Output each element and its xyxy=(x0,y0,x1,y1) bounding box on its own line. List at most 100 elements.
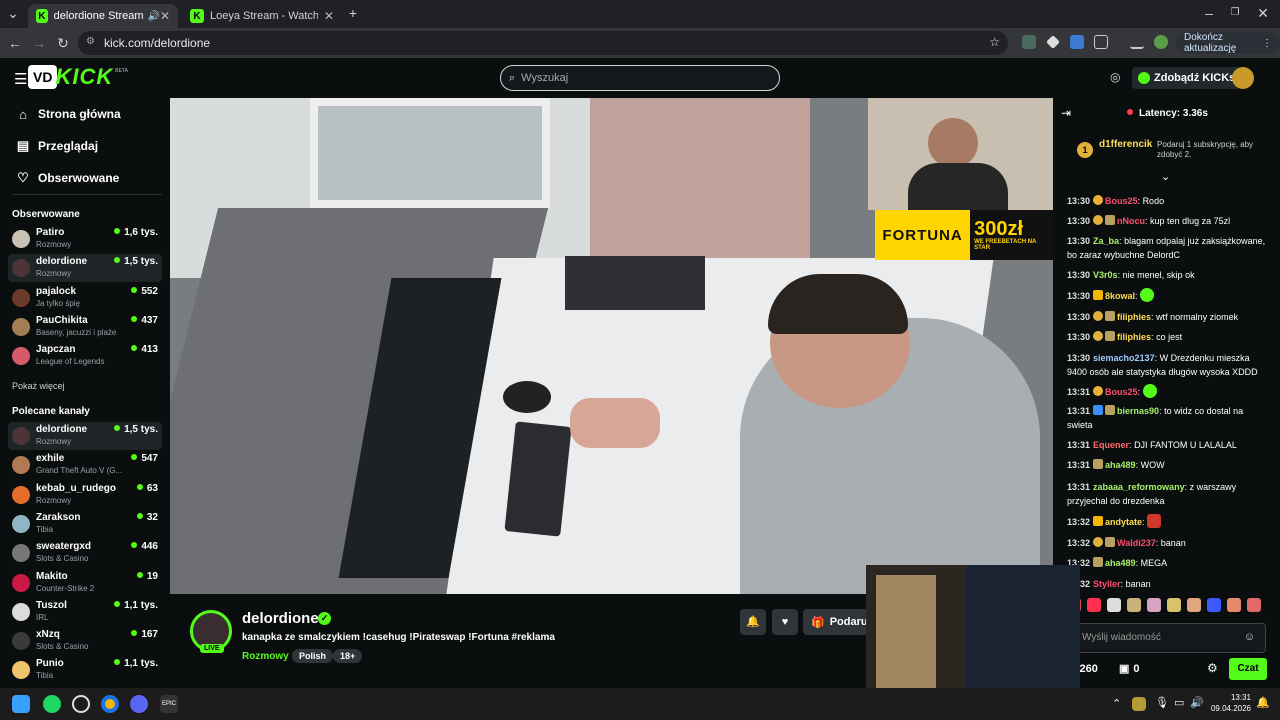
chat-message: 13:30 siemacho2137: W Drezdenku mieszka 9… xyxy=(1067,353,1258,377)
notification-bell-icon[interactable]: 🔔 xyxy=(740,609,766,635)
stream-category-link[interactable]: Rozmowy xyxy=(242,651,289,662)
extension-icon[interactable] xyxy=(1022,35,1036,49)
channel-category: Slots & Casino xyxy=(36,554,89,564)
system-clock[interactable]: 13:31 09.04.2026 xyxy=(1205,692,1251,714)
emoji-picker-icon[interactable]: ☺ xyxy=(1244,631,1255,643)
sidebar-channel[interactable]: kebab_u_rudego Rozmowy 63 xyxy=(8,481,162,509)
emote-icon[interactable] xyxy=(1127,598,1141,612)
emote-icon[interactable] xyxy=(1167,598,1181,612)
sidebar-channel[interactable]: sweatergxd Slots & Casino 446 xyxy=(8,539,162,567)
tag-language[interactable]: Polish xyxy=(292,649,334,663)
sidebar-channel[interactable]: xNzq Slots & Casino 167 xyxy=(8,627,162,655)
chrome-icon[interactable] xyxy=(101,695,119,713)
emote-icon xyxy=(1140,288,1155,302)
close-tab-icon[interactable]: ✕ xyxy=(160,9,170,23)
site-info-icon[interactable]: ⚙ xyxy=(86,36,95,47)
media-icon[interactable] xyxy=(1130,35,1144,49)
emote-icon[interactable] xyxy=(1147,598,1161,612)
channel-category: Ja tylko śpię xyxy=(36,298,81,308)
tab-loeya[interactable]: K Loeya Stream - Watch Live on ✕ xyxy=(182,4,342,28)
discord-icon[interactable] xyxy=(130,695,148,713)
bookmark-star-icon[interactable]: ☆ xyxy=(989,35,1000,49)
tray-app-icon[interactable] xyxy=(1132,697,1146,711)
new-tab-icon[interactable]: + xyxy=(344,4,362,22)
sidebar-channel[interactable]: Zarakson Tibia 32 xyxy=(8,510,162,538)
spotify-icon[interactable] xyxy=(43,695,61,713)
channel-avatar xyxy=(12,427,30,445)
collapse-chat-icon[interactable]: ⇥ xyxy=(1061,106,1071,120)
emote-icon[interactable] xyxy=(1187,598,1201,612)
nav-home[interactable]: ⌂ Strona główna xyxy=(16,104,121,124)
tray-chevron-icon[interactable]: ⌃ xyxy=(1112,697,1121,710)
sidebar-channel[interactable]: exhile Grand Theft Auto V (G... 547 xyxy=(8,451,162,479)
network-icon[interactable]: ▭ xyxy=(1174,696,1184,709)
sidebar-channel[interactable]: Tuszol IRL 1,1 tys. xyxy=(8,598,162,626)
expand-pinned-icon[interactable]: ⌄ xyxy=(1161,170,1170,183)
get-kicks-button[interactable]: Zdobądź KICKs xyxy=(1132,67,1242,89)
chat-message: 13:31 Bous25: xyxy=(1067,384,1267,399)
emote-icon[interactable] xyxy=(1107,598,1121,612)
emote-icon[interactable] xyxy=(1087,598,1101,612)
tab-delordione[interactable]: K delordione Stream - Watch 🔊 ✕ xyxy=(28,4,178,28)
chat-message-input[interactable]: Wyślij wiadomość ☺ xyxy=(1067,623,1266,653)
kick-logo[interactable]: VD KICK BETA xyxy=(28,62,128,92)
emote-icon[interactable] xyxy=(1207,598,1221,612)
chat-message: 13:31 biernas90: to widz co dostal na swi… xyxy=(1067,405,1244,430)
audio-icon[interactable]: 🔊 xyxy=(147,11,159,22)
sidebar-channel[interactable]: Makito Counter-Strike 2 19 xyxy=(8,569,162,597)
streamer-name[interactable]: delordione xyxy=(242,610,319,627)
back-icon[interactable]: ← xyxy=(6,34,24,52)
url-bar[interactable]: ⚙ kick.com/delordione ☆ xyxy=(78,31,1008,55)
channel-name: Japczan xyxy=(36,344,76,356)
channel-category: Baseny, jacuzzi i plaże xyxy=(36,327,117,337)
emote-icon[interactable] xyxy=(1227,598,1241,612)
sidebar-channel[interactable]: PauChikita Baseny, jacuzzi i plaże 437 xyxy=(8,313,162,341)
facecam-body-scene xyxy=(908,163,1008,210)
sidebar-channel[interactable]: Patiro Rozmowy 1,6 tys. xyxy=(8,225,162,253)
follow-heart-icon[interactable]: ♥ xyxy=(772,609,798,635)
sidebar-channel[interactable]: Punio Tibia 1,1 tys. xyxy=(8,656,162,684)
extensions-puzzle-icon[interactable] xyxy=(1094,35,1108,49)
show-more-link[interactable]: Pokaż więcej xyxy=(12,381,65,391)
profile-avatar-icon[interactable] xyxy=(1154,35,1168,49)
extension-icon[interactable] xyxy=(1046,35,1060,49)
tab-search-icon[interactable]: ⌄ xyxy=(4,4,22,22)
sidebar-channel[interactable]: delordione Rozmowy 1,5 tys. xyxy=(8,254,162,283)
forward-icon[interactable]: → xyxy=(30,34,48,52)
epic-games-icon[interactable]: EPIC xyxy=(160,695,178,713)
close-window-icon[interactable]: ✕ xyxy=(1254,4,1272,22)
user-avatar[interactable] xyxy=(1232,67,1254,89)
sidebar-channel[interactable]: pajalock Ja tylko śpię 552 xyxy=(8,284,162,312)
microphone-icon[interactable]: 🎙 xyxy=(1155,696,1169,709)
update-button[interactable]: Dokończ aktualizację ⋮ xyxy=(1176,32,1280,54)
app-icon[interactable] xyxy=(72,695,90,713)
rewards-icon[interactable]: ◎ xyxy=(1110,70,1120,84)
nav-browse[interactable]: ▤ Przeglądaj xyxy=(16,136,98,156)
volume-icon[interactable]: 🔊 xyxy=(1190,696,1204,709)
chat-send-button[interactable]: Czat xyxy=(1229,658,1267,680)
maximize-icon[interactable]: ❐ xyxy=(1226,4,1244,22)
channel-avatar xyxy=(12,485,30,504)
minimize-icon[interactable]: – xyxy=(1200,4,1218,22)
nav-following[interactable]: ♡ Obserwowane xyxy=(16,168,119,188)
channel-category: Tibia xyxy=(36,524,54,534)
sidebar-channel[interactable]: delordione Rozmowy 1,5 tys. xyxy=(8,422,162,450)
pinned-user[interactable]: d1fferencik xyxy=(1099,139,1152,150)
tag-age[interactable]: 18+ xyxy=(333,649,363,663)
sidebar-channel[interactable]: Japczan League of Legends 413 xyxy=(8,342,162,370)
viewer-count: 437 xyxy=(131,315,158,326)
notification-bell-icon[interactable]: 🔔 xyxy=(1256,696,1270,709)
extension-icon[interactable] xyxy=(1070,35,1084,49)
reload-icon[interactable]: ↻ xyxy=(54,34,72,52)
keyboard-scene xyxy=(504,421,572,537)
search-input[interactable]: ⌕ Wyszukaj xyxy=(500,65,780,91)
emote-icon[interactable] xyxy=(1247,598,1261,612)
viewer-count: 446 xyxy=(131,541,158,552)
latency-indicator: Latency: 3.36s xyxy=(1127,108,1208,119)
close-tab-icon[interactable]: ✕ xyxy=(324,9,334,23)
windows-start-icon[interactable] xyxy=(12,695,30,713)
window-scene xyxy=(310,98,550,208)
gifts-counter[interactable]: ▣ 0 xyxy=(1119,662,1140,675)
chat-settings-icon[interactable]: ⚙ xyxy=(1207,661,1218,675)
menu-hamburger-icon[interactable]: ☰ xyxy=(14,70,27,88)
